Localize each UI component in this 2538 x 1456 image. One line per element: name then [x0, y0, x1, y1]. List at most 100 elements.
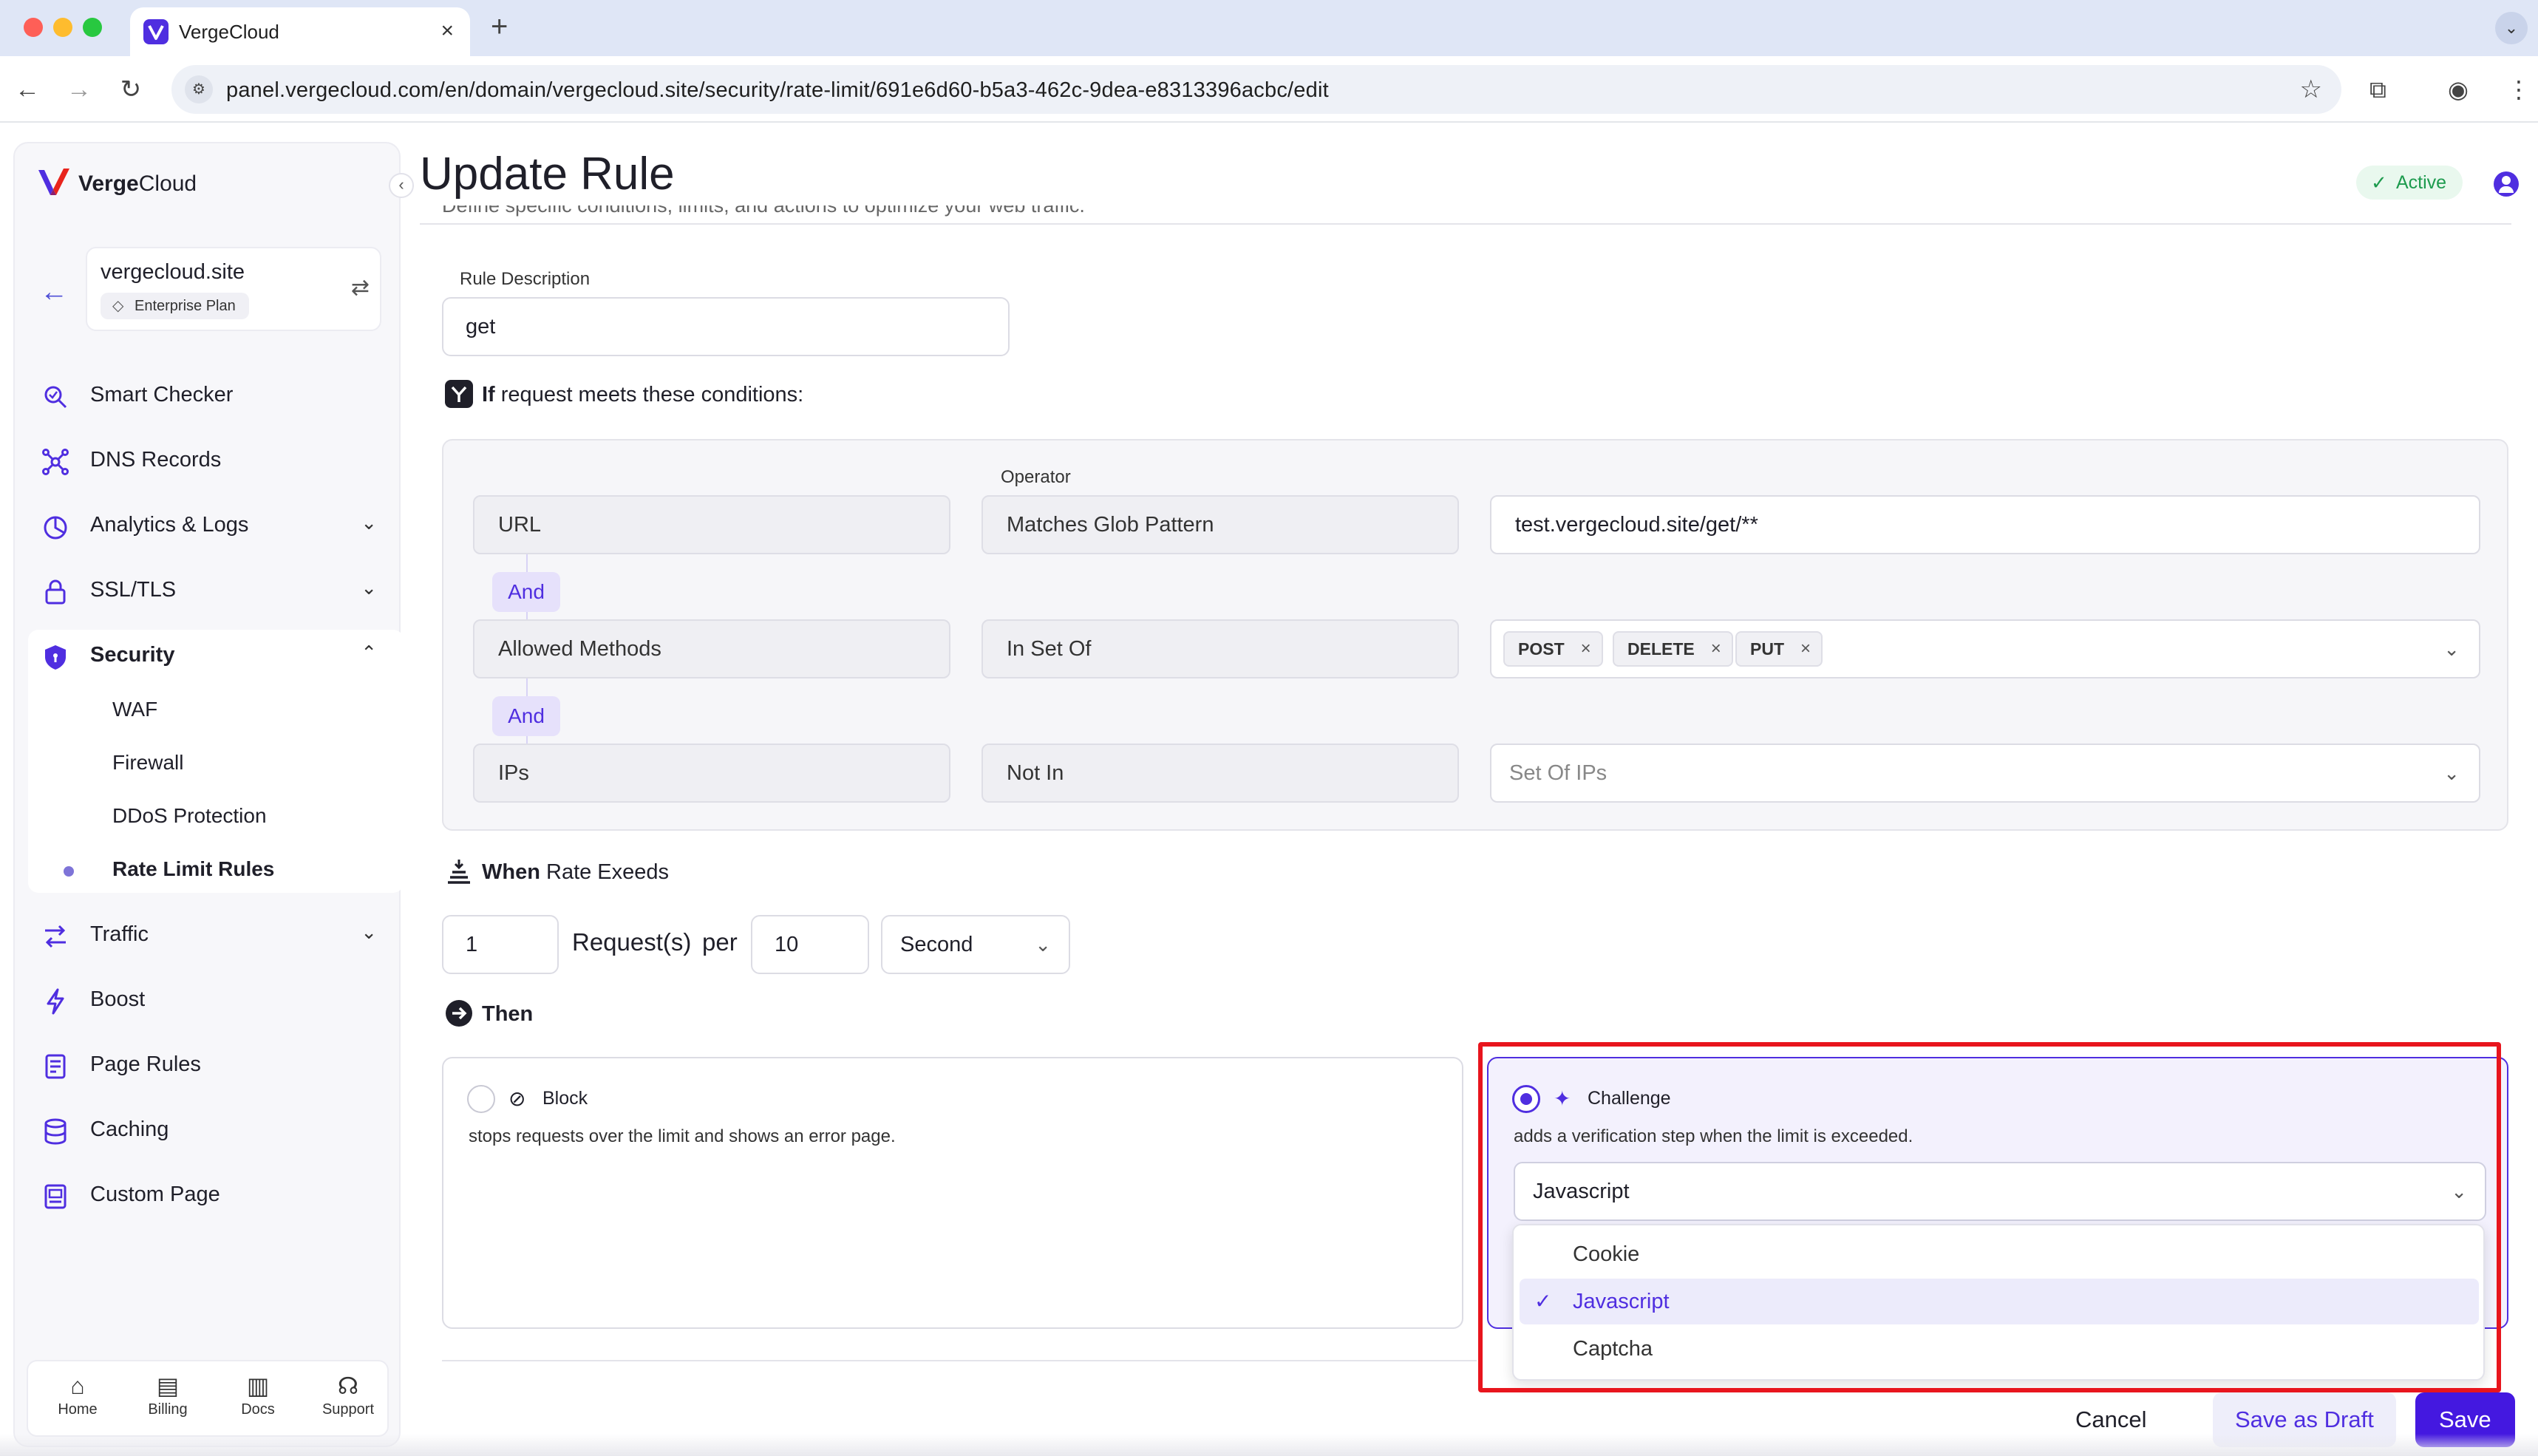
lock-icon: [41, 578, 69, 606]
and-badge: And: [492, 572, 560, 612]
when-section-heading: When Rate Exeeds: [448, 860, 669, 885]
condition-operator-select[interactable]: Not In: [981, 744, 1459, 803]
maximize-window-button[interactable]: [83, 18, 102, 37]
requests-label: Request(s): [572, 928, 692, 956]
sidebar-item-label: Security: [90, 643, 175, 667]
sidebar-item-label: Custom Page: [90, 1183, 220, 1206]
home-icon: ⌂: [70, 1372, 85, 1399]
browser-toolbar: ← → ↻ ⚙ panel.vergecloud.com/en/domain/v…: [0, 56, 2538, 123]
sidebar-item-label: Caching: [90, 1117, 169, 1141]
sidebar-subitem-rate-limit[interactable]: Rate Limit Rules: [112, 857, 274, 881]
sidebar-item-page-rules[interactable]: Page Rules: [28, 1042, 390, 1088]
reload-icon[interactable]: ↻: [114, 72, 148, 106]
page-rules-icon: [41, 1052, 69, 1081]
site-info-icon[interactable]: ⚙: [185, 75, 213, 103]
condition-operator-select[interactable]: Matches Glob Pattern: [981, 495, 1459, 554]
tab-close-icon[interactable]: ×: [440, 18, 454, 44]
operator-label: Operator: [1001, 467, 1071, 487]
collapse-sidebar-button[interactable]: ‹: [389, 173, 414, 198]
forward-arrow-icon[interactable]: →: [62, 72, 96, 106]
chevron-up-icon: ⌃: [361, 642, 377, 664]
sidebar-item-traffic[interactable]: Traffic ⌄: [28, 912, 390, 958]
tab-title: VergeCloud: [179, 21, 279, 43]
rate-period-input[interactable]: 10: [751, 915, 869, 974]
rule-description-label: Rule Description: [460, 269, 591, 289]
remove-chip-icon[interactable]: ×: [1800, 633, 1811, 665]
sidebar-item-label: Analytics & Logs: [90, 513, 249, 537]
rule-description-input[interactable]: get: [442, 297, 1010, 356]
per-label: per: [702, 928, 738, 956]
ips-select[interactable]: Set Of IPs ⌄: [1490, 744, 2480, 803]
avatar[interactable]: [2494, 171, 2519, 197]
plan-label: Enterprise Plan: [135, 298, 236, 314]
analytics-icon: [41, 513, 69, 541]
bottom-nav-support[interactable]: ☊ Support: [307, 1370, 389, 1418]
bottom-nav-billing[interactable]: ▤ Billing: [127, 1370, 208, 1418]
switch-domain-icon[interactable]: ⇄: [351, 275, 370, 301]
condition-operator-select[interactable]: In Set Of: [981, 619, 1459, 678]
security-group: Security ⌃ WAF Firewall DDoS Protection …: [28, 630, 404, 893]
brand-name-bold: Verge: [78, 171, 139, 196]
block-option-card[interactable]: ⊘ Block stops requests over the limit an…: [442, 1057, 1463, 1329]
back-to-domains-icon[interactable]: ←: [40, 276, 68, 308]
sidebar-item-boost[interactable]: Boost: [28, 977, 390, 1023]
dns-icon: [41, 448, 69, 476]
sidebar-item-security[interactable]: Security ⌃: [28, 633, 390, 678]
database-icon: [41, 1117, 69, 1146]
status-badge: ✓ Active: [2356, 166, 2463, 200]
smart-checker-icon: [41, 383, 69, 411]
close-window-button[interactable]: [24, 18, 43, 37]
chevron-down-icon: ⌄: [361, 921, 377, 943]
address-bar[interactable]: ⚙ panel.vergecloud.com/en/domain/vergecl…: [171, 65, 2341, 114]
condition-value-input[interactable]: test.vergecloud.site/get/**: [1490, 495, 2480, 554]
sidebar-item-label: Smart Checker: [90, 383, 234, 406]
footer-divider: [442, 1360, 1477, 1361]
sidebar-subitem-firewall[interactable]: Firewall: [112, 751, 183, 775]
sidebar-item-smart-checker[interactable]: Smart Checker: [28, 372, 390, 418]
stack-icon: [448, 860, 470, 884]
sidebar-item-dns-records[interactable]: DNS Records: [28, 438, 390, 483]
browser-tab[interactable]: VergeCloud ×: [130, 7, 470, 56]
extensions-icon[interactable]: ⧉: [2369, 72, 2386, 106]
active-indicator-dot: [64, 866, 74, 877]
ips-placeholder: Set Of IPs: [1509, 761, 1607, 785]
gem-icon: ◇: [112, 298, 124, 314]
new-tab-button[interactable]: +: [491, 10, 508, 43]
sidebar-item-analytics[interactable]: Analytics & Logs ⌄: [28, 503, 390, 548]
condition-field-select[interactable]: IPs: [473, 744, 950, 803]
traffic-icon: [41, 922, 69, 950]
check-icon: ✓: [2371, 171, 2387, 194]
sidebar-subitem-ddos[interactable]: DDoS Protection: [112, 804, 267, 828]
chevron-down-icon: ⌄: [361, 576, 377, 599]
sidebar-item-custom-page[interactable]: Custom Page: [28, 1172, 390, 1218]
block-radio[interactable]: [467, 1085, 495, 1113]
condition-field-select[interactable]: Allowed Methods: [473, 619, 950, 678]
address-url[interactable]: panel.vergecloud.com/en/domain/vergeclou…: [226, 78, 1329, 103]
browser-menu-icon[interactable]: ⋮: [2507, 72, 2531, 106]
bookmark-star-icon[interactable]: ☆: [2300, 75, 2322, 103]
bottom-nav-docs[interactable]: ▥ Docs: [217, 1370, 299, 1418]
sidebar-item-ssl-tls[interactable]: SSL/TLS ⌄: [28, 568, 390, 613]
page-title: Update Rule: [420, 149, 675, 200]
rate-requests-input[interactable]: 1: [442, 915, 559, 974]
condition-field-select[interactable]: URL: [473, 495, 950, 554]
profile-icon[interactable]: ◉: [2448, 72, 2469, 106]
methods-multiselect[interactable]: POST × DELETE × PUT × ⌄: [1490, 619, 2480, 678]
remove-chip-icon[interactable]: ×: [1711, 633, 1721, 665]
tab-search-button[interactable]: ⌄: [2495, 12, 2528, 44]
method-chip-put: PUT ×: [1735, 631, 1823, 667]
then-section-heading: Then: [446, 1000, 533, 1027]
block-icon: ⊘: [508, 1087, 526, 1110]
bottom-nav-home[interactable]: ⌂ Home: [37, 1370, 118, 1418]
sidebar: VergeCloud ‹ ← vergecloud.site ◇ Enterpr…: [13, 142, 414, 1447]
domain-card[interactable]: vergecloud.site ◇ Enterprise Plan ⇄: [86, 247, 381, 331]
sidebar-subitem-waf[interactable]: WAF: [112, 698, 157, 721]
remove-chip-icon[interactable]: ×: [1581, 633, 1591, 665]
rate-unit-select[interactable]: Second ⌄: [881, 915, 1070, 974]
minimize-window-button[interactable]: [53, 18, 72, 37]
back-arrow-icon[interactable]: ←: [10, 72, 44, 106]
chevron-down-icon: ⌄: [1035, 933, 1051, 956]
sidebar-item-label: SSL/TLS: [90, 578, 177, 602]
sidebar-item-caching[interactable]: Caching: [28, 1107, 390, 1153]
conditions-box: Operator URL Matches Glob Pattern test.v…: [442, 439, 2508, 831]
